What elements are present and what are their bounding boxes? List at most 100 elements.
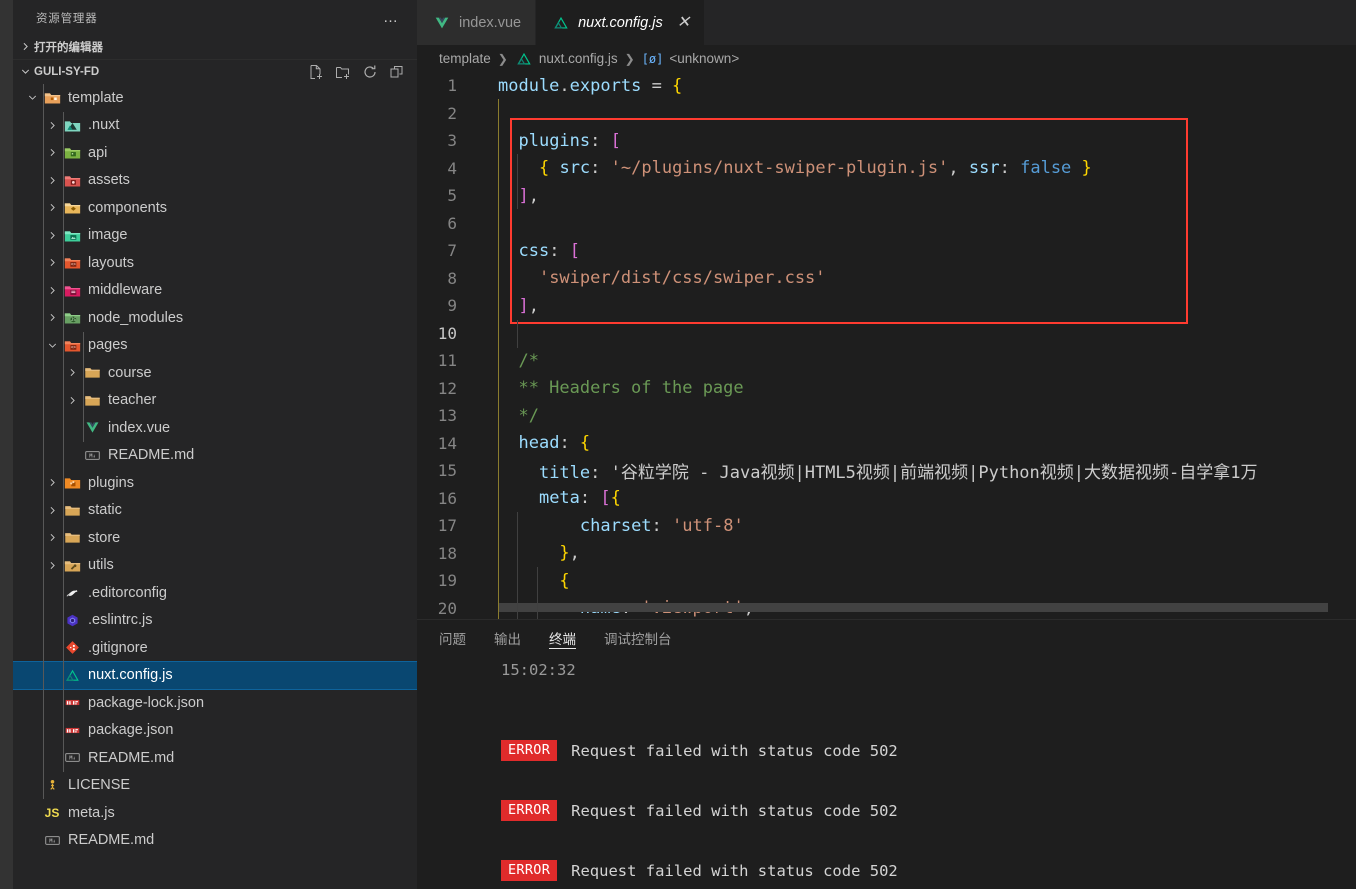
line-number: 12 <box>437 378 457 398</box>
code-text: css: [ <box>518 240 580 261</box>
close-icon[interactable]: ✕ <box>677 14 690 31</box>
tree-item-label: store <box>88 529 121 546</box>
line-number: 2 <box>447 103 457 123</box>
code-text: 'swiper/dist/css/swiper.css' <box>538 268 826 289</box>
tree-item-label: node_modules <box>88 309 184 326</box>
tree-item-label: README.md <box>108 447 195 464</box>
code-line: 14 head: { <box>417 430 1356 458</box>
tree-item--editorconfig[interactable]: .editorconfig <box>13 579 417 607</box>
code-line: 16 meta: [{ <box>417 485 1356 513</box>
svg-text:JS: JS <box>70 317 76 323</box>
explorer-sidebar: 资源管理器 … 打开的编辑器 GULI-SY-FD template .nuxt… <box>13 0 417 889</box>
tree-item-label: package-lock.json <box>88 694 205 711</box>
tree-item-components[interactable]: components <box>13 194 417 222</box>
chevron-down-icon <box>17 66 34 77</box>
code-text: */ <box>498 405 539 426</box>
panel-tab-3[interactable]: 调试控制台 <box>590 620 686 655</box>
tree-item-label: .gitignore <box>88 639 148 656</box>
more-actions-icon[interactable]: … <box>383 10 405 25</box>
new-file-icon[interactable] <box>308 64 324 80</box>
new-folder-icon[interactable] <box>335 64 351 80</box>
explorer-actions <box>308 64 417 80</box>
indent-guide <box>43 84 44 799</box>
line-number: 9 <box>447 296 457 316</box>
panel-tab-2[interactable]: 终端 <box>535 620 590 655</box>
code-editor[interactable]: 1 module.exports = {2 3 plugins: [4 { src:… <box>417 72 1356 619</box>
error-badge: ERROR <box>501 860 558 881</box>
file-tree: template .nuxt api assets components image <> l… <box>13 84 417 854</box>
chevron-right-icon <box>63 395 81 406</box>
tree-item-assets[interactable]: assets <box>13 167 417 195</box>
breadcrumb-item[interactable]: [ø] <unknown> <box>642 51 740 66</box>
section-project-root[interactable]: GULI-SY-FD <box>13 59 417 84</box>
license-file-icon <box>41 777 63 794</box>
tree-item-node-modules[interactable]: JS node_modules <box>13 304 417 332</box>
tree-item-course[interactable]: course <box>13 359 417 387</box>
code-text: meta: [{ <box>538 488 621 509</box>
chevron-right-icon <box>43 285 61 296</box>
tree-item-static[interactable]: static <box>13 497 417 525</box>
panel-tab-0[interactable]: 问题 <box>439 620 480 655</box>
editor-tab-nuxt-config-js[interactable]: nuxt.config.js ✕ <box>536 0 706 45</box>
breadcrumb-item[interactable]: template <box>439 51 491 66</box>
folder-plain-icon <box>81 392 103 409</box>
error-badge: ERROR <box>501 800 558 821</box>
code-text: ** Headers of the page <box>498 378 744 399</box>
editor-tab-index-vue[interactable]: index.vue <box>417 0 537 45</box>
folder-api-icon <box>61 144 83 161</box>
tree-item-layouts[interactable]: <> layouts <box>13 249 417 277</box>
tree-item-license[interactable]: LICENSE <box>13 772 417 800</box>
tree-item--nuxt[interactable]: .nuxt <box>13 112 417 140</box>
tree-item-teacher[interactable]: teacher <box>13 387 417 415</box>
code-line: 7 css: [ <box>417 237 1356 265</box>
tree-item-label: nuxt.config.js <box>88 667 173 684</box>
nuxt-icon <box>515 50 533 68</box>
tree-item-package-json[interactable]: package.json <box>13 717 417 745</box>
tree-item-readme-md[interactable]: M↓ README.md <box>13 827 417 855</box>
breadcrumb-item[interactable]: nuxt.config.js <box>515 50 618 68</box>
activity-bar[interactable] <box>0 0 13 889</box>
tree-item-utils[interactable]: utils <box>13 552 417 580</box>
line-number: 11 <box>437 351 457 371</box>
tree-item-meta-js[interactable]: JS meta.js <box>13 799 417 827</box>
tree-item-package-lock-json[interactable]: package-lock.json <box>13 689 417 717</box>
code-text: charset: 'utf-8' <box>579 515 744 536</box>
folder-image-icon <box>61 227 83 244</box>
code-line: 1 module.exports = { <box>417 72 1356 100</box>
tree-item-label: .editorconfig <box>88 584 167 601</box>
tree-item-image[interactable]: image <box>13 222 417 250</box>
tree-item-readme-md[interactable]: M↓ README.md <box>13 744 417 772</box>
line-number: 6 <box>447 213 457 233</box>
tree-item-pages[interactable]: <> pages <box>13 332 417 360</box>
chevron-down-icon <box>23 92 41 103</box>
code-line: 4 { src: '~/plugins/nuxt-swiper-plugin.j… <box>417 155 1356 183</box>
tree-item-plugins[interactable]: plugins <box>13 469 417 497</box>
editor-area: index.vue nuxt.config.js ✕ template ❯ nuxt.c… <box>417 0 1356 889</box>
chevron-right-icon <box>43 175 61 186</box>
terminal-output[interactable]: 15:02:32 ERROR Request failed with status… <box>417 655 1356 889</box>
tree-item--eslintrc-js[interactable]: .eslintrc.js <box>13 607 417 635</box>
horizontal-scrollbar[interactable] <box>498 603 1328 612</box>
tree-item-store[interactable]: store <box>13 524 417 552</box>
line-number: 3 <box>447 131 457 151</box>
nuxt-icon <box>552 14 570 32</box>
tree-item--gitignore[interactable]: .gitignore <box>13 634 417 662</box>
nuxt-file-icon <box>61 667 83 684</box>
code-line: 6 <box>417 210 1356 238</box>
collapse-all-icon[interactable] <box>389 64 405 80</box>
tree-item-middleware[interactable]: middleware <box>13 277 417 305</box>
code-line: 17 charset: 'utf-8' <box>417 512 1356 540</box>
refresh-icon[interactable] <box>362 64 378 80</box>
section-open-editors[interactable]: 打开的编辑器 <box>13 35 417 59</box>
code-line: 19 { <box>417 567 1356 595</box>
tree-item-nuxt-config-js[interactable]: nuxt.config.js <box>13 660 417 690</box>
panel-tab-1[interactable]: 输出 <box>480 620 535 655</box>
tree-item-index-vue[interactable]: index.vue <box>13 414 417 442</box>
code-text: { src: '~/plugins/nuxt-swiper-plugin.js'… <box>538 158 1092 179</box>
breadcrumb-label: <unknown> <box>669 51 740 66</box>
tree-item-template[interactable]: template <box>13 84 417 112</box>
line-number: 14 <box>437 433 457 453</box>
tree-item-api[interactable]: api <box>13 139 417 167</box>
tree-item-label: assets <box>88 172 130 189</box>
tree-item-readme-md[interactable]: M↓ README.md <box>13 442 417 470</box>
